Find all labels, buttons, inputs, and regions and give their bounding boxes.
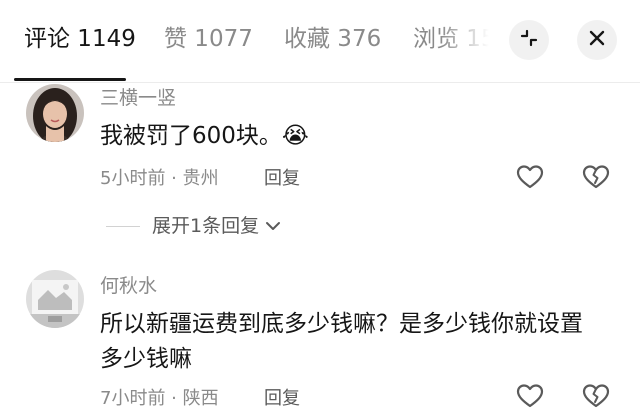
expand-replies-button[interactable]: 展开1条回复 (152, 213, 281, 239)
broken-heart-icon (582, 164, 610, 194)
close-icon (587, 28, 607, 52)
heart-icon (516, 164, 544, 194)
avatar[interactable] (26, 84, 84, 142)
comment-username[interactable]: 三横一竖 (100, 85, 176, 111)
like-button[interactable] (515, 164, 545, 194)
header-divider (0, 82, 640, 83)
comment-meta: 7小时前 · 陕西 (100, 388, 219, 409)
active-tab-indicator (14, 78, 126, 81)
close-button[interactable] (577, 20, 617, 60)
tab-favorites[interactable]: 收藏 376 (284, 22, 381, 56)
reply-button[interactable]: 回复 (264, 166, 300, 192)
comment-text-line-1: 所以新疆运费到底多少钱嘛？是多少钱你就设置 (100, 311, 583, 337)
tab-comments[interactable]: 评论 1149 (24, 22, 136, 56)
minimize-icon (519, 28, 539, 52)
comment-text: 我被罚了600块。😭 (100, 123, 309, 149)
reply-button[interactable]: 回复 (264, 386, 300, 412)
comment-username[interactable]: 何秋水 (100, 273, 157, 299)
tab-overflow-fade (440, 20, 510, 60)
dislike-button[interactable] (581, 383, 611, 413)
expand-divider-line (106, 226, 140, 227)
tab-likes[interactable]: 赞 1077 (164, 22, 253, 56)
expand-replies-label: 展开1条回复 (152, 215, 260, 237)
broken-heart-icon (582, 383, 610, 413)
like-button[interactable] (515, 383, 545, 413)
minimize-button[interactable] (509, 20, 549, 60)
comment-meta: 5小时前 · 贵州 (100, 168, 219, 189)
chevron-down-icon (265, 220, 281, 232)
comment-text-line-2: 多少钱嘛 (100, 346, 192, 372)
dislike-button[interactable] (581, 164, 611, 194)
heart-icon (516, 383, 544, 413)
avatar[interactable] (26, 270, 84, 328)
